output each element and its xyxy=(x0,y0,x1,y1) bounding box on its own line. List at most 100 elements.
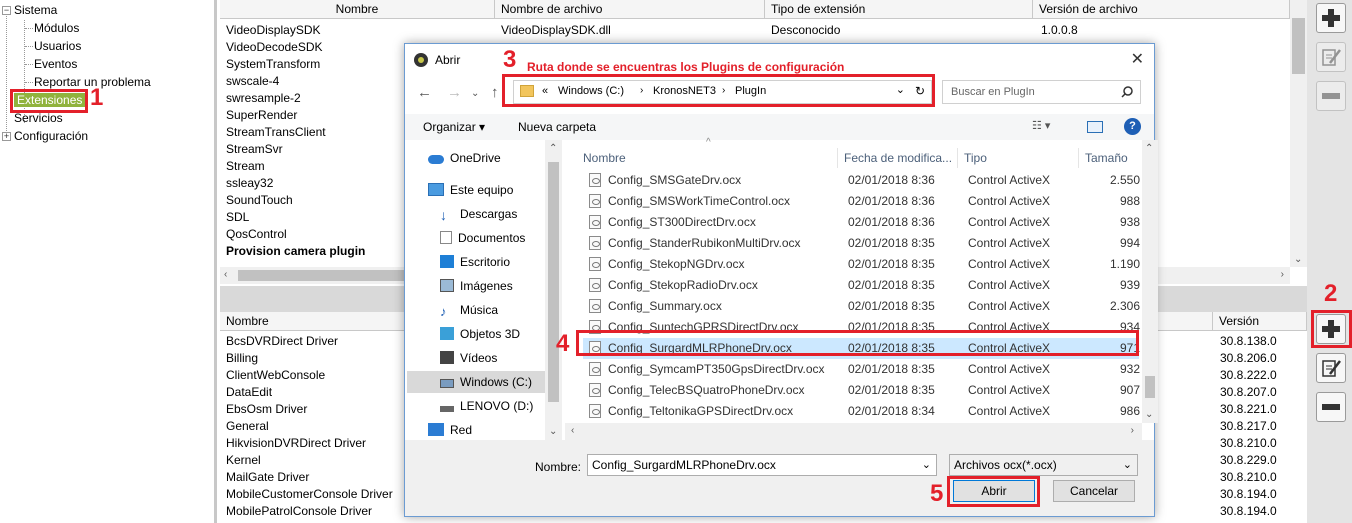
up-icon[interactable]: ↑ xyxy=(491,84,499,101)
table-row[interactable]: BcsDVRDirect Driver xyxy=(226,333,338,350)
file-vertical-scrollbar[interactable]: ⌃ ⌄ xyxy=(1142,140,1158,423)
back-icon[interactable]: ← xyxy=(417,84,432,101)
search-input[interactable]: Buscar en PlugIn xyxy=(942,80,1141,104)
cancel-button[interactable]: Cancelar xyxy=(1053,480,1135,502)
nav-item-musica[interactable]: ♪ Música xyxy=(440,299,498,321)
table-row[interactable]: QosControl xyxy=(226,226,287,243)
column-header-archivo[interactable]: Nombre de archivo xyxy=(495,0,765,19)
nav-item-lenovo-d[interactable]: LENOVO (D:) xyxy=(440,395,533,417)
table-row[interactable]: swresample-2 xyxy=(226,90,301,107)
tree-node-usuarios[interactable]: Usuarios xyxy=(34,38,81,55)
nav-item-escritorio[interactable]: Escritorio xyxy=(440,251,510,273)
table-row[interactable]: General xyxy=(226,418,269,435)
file-row[interactable]: Config_TelecBSQuatroPhoneDrv.ocx 02/01/20… xyxy=(583,380,1149,401)
column-header-nombre[interactable]: Nombre xyxy=(577,148,838,168)
scroll-thumb[interactable] xyxy=(548,162,559,402)
scroll-down-icon[interactable]: ⌄ xyxy=(549,426,557,437)
file-row[interactable]: Config_TeltonikaGPSDirectDrv.ocx 02/01/20… xyxy=(583,401,1149,422)
table-row[interactable]: SDL xyxy=(226,209,249,226)
table-row[interactable]: swscale-4 xyxy=(226,73,279,90)
tree-node-configuracion[interactable]: + Configuración xyxy=(2,128,88,145)
file-row[interactable]: Config_StanderRubikonMultiDrv.ocx 02/01/2… xyxy=(583,233,1149,254)
collapse-icon[interactable]: − xyxy=(2,6,11,15)
edit-module-button[interactable] xyxy=(1316,353,1346,383)
table-row[interactable]: Provision camera plugin xyxy=(226,243,365,260)
table-row[interactable]: MailGate Driver xyxy=(226,469,309,486)
table-row[interactable]: ssleay32 xyxy=(226,175,273,192)
nav-item-videos[interactable]: Vídeos xyxy=(440,347,497,369)
nav-item-red[interactable]: Red xyxy=(428,423,472,437)
table-row[interactable]: SoundTouch xyxy=(226,192,293,209)
tree-node-sistema[interactable]: − Sistema xyxy=(2,2,57,19)
nav-item-este-equipo[interactable]: Este equipo xyxy=(428,179,513,201)
nav-item-descargas[interactable]: ↓ Descargas xyxy=(440,203,517,225)
file-row[interactable]: Config_ST300DirectDrv.ocx 02/01/2018 8:36… xyxy=(583,212,1149,233)
scroll-left-icon[interactable]: ‹ xyxy=(224,269,227,280)
scroll-thumb[interactable] xyxy=(1145,376,1155,398)
scroll-up-icon[interactable]: ⌃ xyxy=(549,143,557,154)
scroll-down-icon[interactable]: ⌄ xyxy=(1145,409,1153,420)
file-horizontal-scrollbar[interactable]: ‹ › xyxy=(565,423,1142,440)
file-row[interactable]: Config_StekopRadioDrv.ocx 02/01/2018 8:35… xyxy=(583,275,1149,296)
file-row[interactable]: Config_SMSWorkTimeControl.ocx 02/01/2018 … xyxy=(583,191,1149,212)
table-row[interactable]: VideoDisplaySDK xyxy=(226,22,321,39)
scroll-thumb[interactable] xyxy=(1292,18,1305,74)
new-folder-button[interactable]: Nueva carpeta xyxy=(518,120,596,134)
add-extension-button[interactable] xyxy=(1316,3,1346,33)
organize-button[interactable]: Organizar ▾ xyxy=(423,120,485,134)
table-row[interactable]: StreamSvr xyxy=(226,141,283,158)
column-header-nombre[interactable]: Nombre xyxy=(220,0,495,19)
table-row[interactable]: HikvisionDVRDirect Driver xyxy=(226,435,366,452)
table-row[interactable]: DataEdit xyxy=(226,384,272,401)
vertical-scrollbar[interactable]: ⌄ xyxy=(1290,0,1307,267)
table-row[interactable]: Billing xyxy=(226,350,258,367)
column-header-version[interactable]: Versión de archivo xyxy=(1033,0,1290,19)
forward-icon[interactable]: → xyxy=(447,84,462,101)
nav-item-objetos-3d[interactable]: Objetos 3D xyxy=(440,323,520,345)
filename-input[interactable]: Config_SurgardMLRPhoneDrv.ocx ⌄ xyxy=(587,454,937,476)
table-row[interactable]: SuperRender xyxy=(226,107,297,124)
file-row[interactable]: Config_SMSGateDrv.ocx 02/01/2018 8:36 Cont… xyxy=(583,170,1149,191)
nav-item-windows-c[interactable]: Windows (C:) xyxy=(407,371,545,393)
chevron-down-icon[interactable]: ⌄ xyxy=(1123,455,1132,475)
preview-pane-icon[interactable] xyxy=(1087,121,1103,133)
column-header-tamano[interactable]: Tamaño xyxy=(1079,148,1139,168)
close-icon[interactable]: ✕ xyxy=(1131,49,1144,69)
tree-node-eventos[interactable]: Eventos xyxy=(34,56,77,73)
column-header-version[interactable]: Versión xyxy=(1213,312,1307,331)
edit-extension-button[interactable] xyxy=(1316,42,1346,72)
scroll-left-icon[interactable]: ‹ xyxy=(571,425,574,436)
file-row[interactable]: Config_SymcamPT350GpsDirectDrv.ocx 02/01/… xyxy=(583,359,1149,380)
view-options-icon[interactable]: ☷ ▾ xyxy=(1032,119,1050,132)
table-row[interactable]: MobilePatrolConsole Driver xyxy=(226,503,372,520)
column-header-fecha[interactable]: Fecha de modifica... xyxy=(838,148,958,168)
table-row[interactable]: StreamTransClient xyxy=(226,124,326,141)
table-row[interactable]: EbsOsm Driver xyxy=(226,401,307,418)
chevron-down-icon[interactable]: ⌄ xyxy=(922,455,931,475)
scroll-up-icon[interactable]: ⌃ xyxy=(1145,143,1153,154)
recent-dropdown-icon[interactable]: ⌄ xyxy=(471,88,479,99)
nav-item-onedrive[interactable]: OneDrive xyxy=(428,147,501,169)
remove-extension-button[interactable] xyxy=(1316,81,1346,111)
table-row[interactable]: VideoDecodeSDK xyxy=(226,39,323,56)
column-header-tipo[interactable]: Tipo de extensión xyxy=(765,0,1033,19)
remove-module-button[interactable] xyxy=(1316,392,1346,422)
table-row[interactable]: MobileCustomerConsole Driver xyxy=(226,486,393,503)
nav-item-documentos[interactable]: Documentos xyxy=(440,227,525,249)
table-row[interactable]: SystemTransform xyxy=(226,56,320,73)
filetype-select[interactable]: Archivos ocx(*.ocx) ⌄ xyxy=(949,454,1138,476)
tree-node-modulos[interactable]: Módulos xyxy=(34,20,79,37)
column-header-tipo[interactable]: Tipo xyxy=(958,148,1079,168)
table-row[interactable]: ClientWebConsole xyxy=(226,367,325,384)
help-icon[interactable]: ? xyxy=(1124,118,1141,135)
file-row[interactable]: Config_Summary.ocx 02/01/2018 8:35 Control… xyxy=(583,296,1149,317)
nav-item-imagenes[interactable]: Imágenes xyxy=(440,275,513,297)
table-row[interactable]: Kernel xyxy=(226,452,261,469)
expand-icon[interactable]: + xyxy=(2,132,11,141)
nav-scrollbar[interactable]: ⌃ ⌄ xyxy=(545,140,562,440)
table-row[interactable]: Stream xyxy=(226,158,265,175)
file-row[interactable]: Config_StekopNGDrv.ocx 02/01/2018 8:35 Con… xyxy=(583,254,1149,275)
scroll-down-icon[interactable]: ⌄ xyxy=(1294,254,1302,265)
scroll-right-icon[interactable]: › xyxy=(1131,425,1134,436)
scroll-right-icon[interactable]: › xyxy=(1281,269,1284,280)
